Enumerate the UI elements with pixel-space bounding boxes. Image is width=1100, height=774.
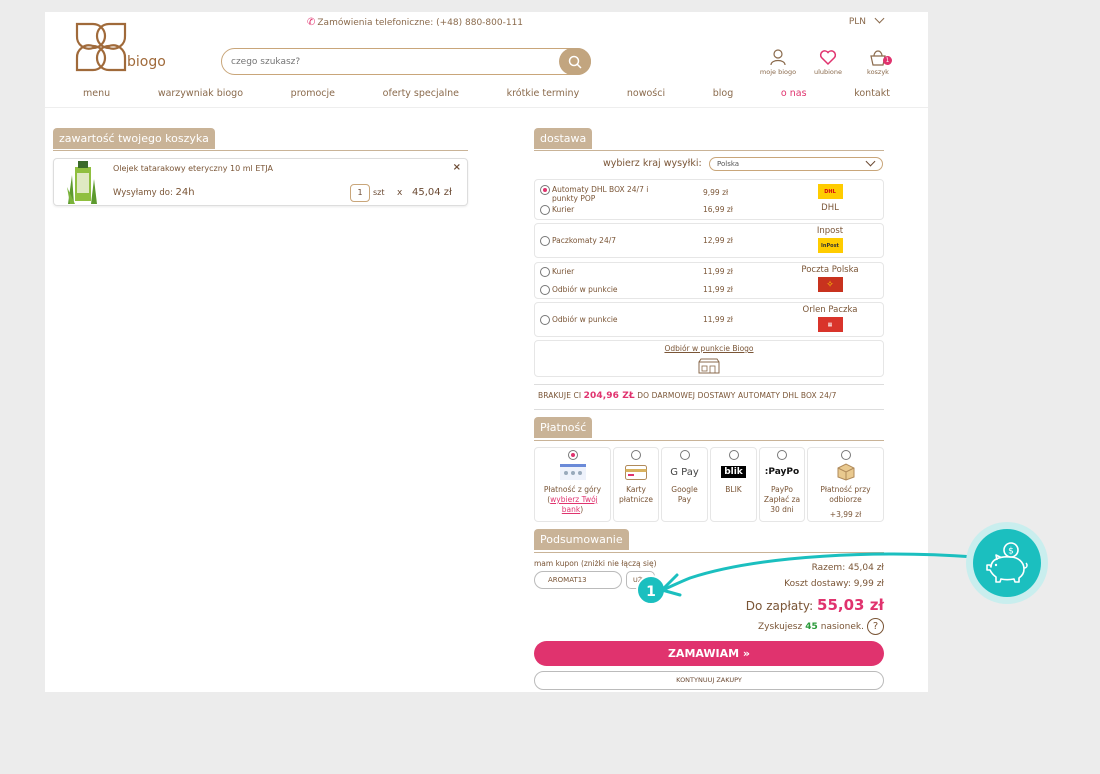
svg-text:$: $ <box>1008 547 1014 557</box>
annotation-arrow <box>660 552 976 597</box>
piggy-bank-badge: $ <box>973 529 1041 597</box>
piggy-bank-icon: $ <box>986 542 1028 583</box>
